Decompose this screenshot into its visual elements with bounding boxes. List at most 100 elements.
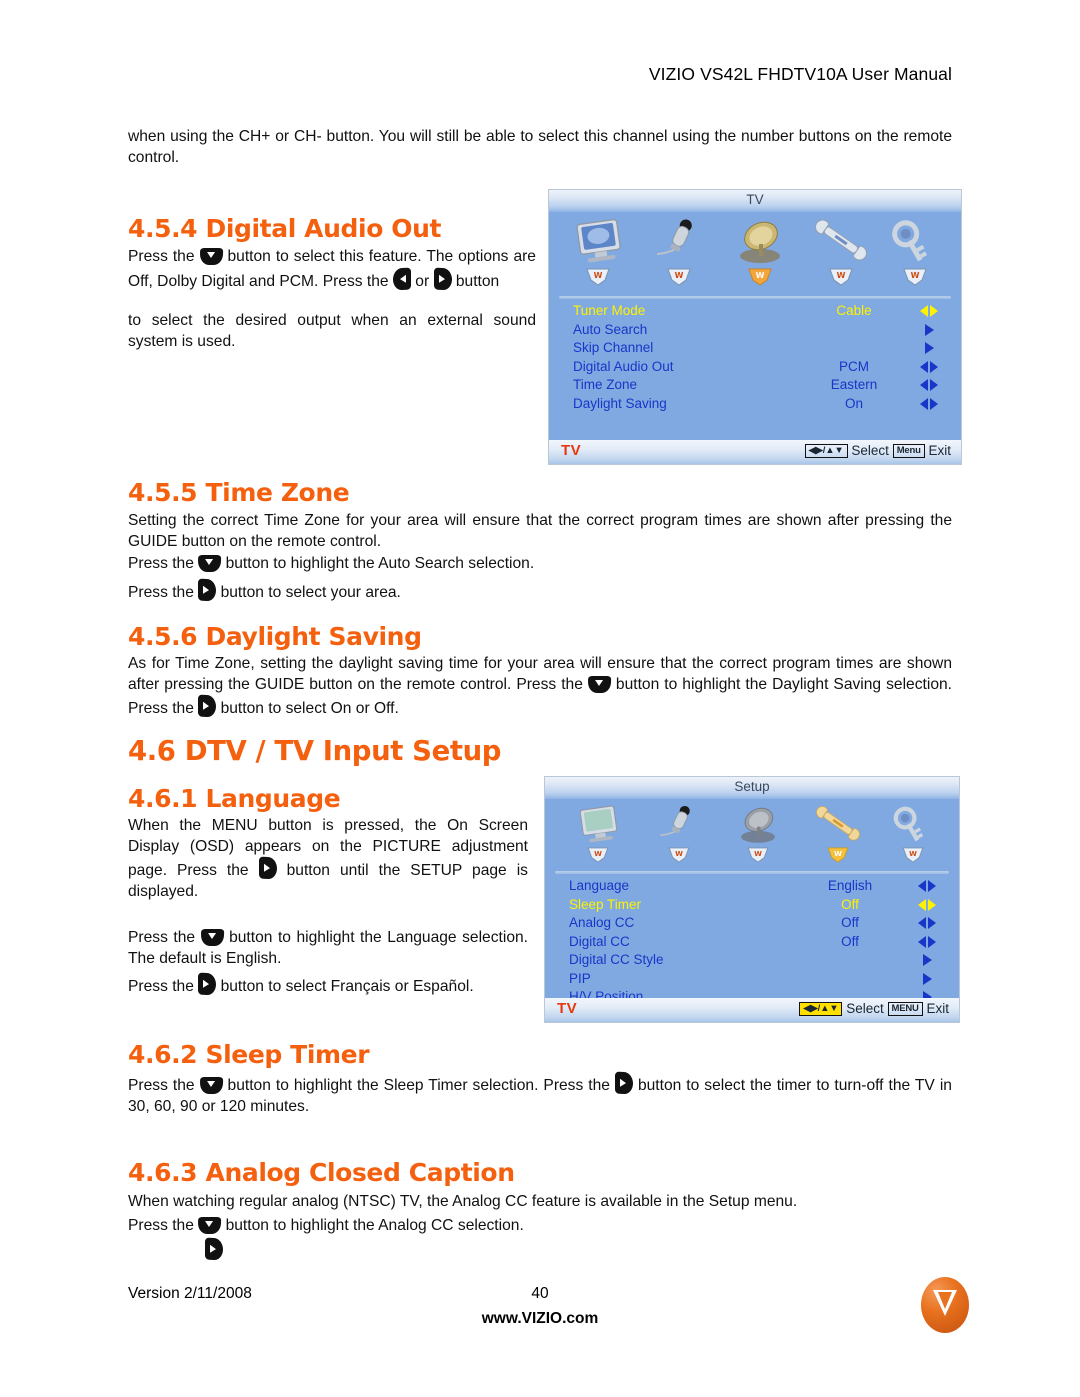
time-zone-paragraph: Setting the correct Time Zone for your a…	[128, 512, 952, 550]
text-run: button to highlight the Analog CC select…	[225, 1217, 524, 1234]
osd-menu-row[interactable]: Tuner Mode Cable	[549, 303, 961, 322]
text-run: button to select your area.	[220, 584, 401, 601]
tab-marker: W	[745, 847, 771, 865]
remote-down-button-icon[interactable]	[200, 929, 224, 946]
heading-number: 4.5.5	[128, 478, 198, 507]
osd-hint: ◀▶/▲▼ Select MENU Exit	[799, 1001, 949, 1016]
osd-tab-setup[interactable]: W	[806, 216, 876, 286]
osd-row-value: Off	[841, 896, 859, 912]
chevron-right-icon	[919, 341, 939, 358]
osd-tv-footer: TV ◀▶/▲▼ Select Menu Exit	[549, 440, 961, 464]
remote-down-button-icon[interactable]	[199, 248, 223, 265]
text-run: button	[455, 272, 500, 290]
osd-tab-parental[interactable]: W	[878, 803, 948, 865]
osd-menu-row[interactable]: Digital CC Style	[545, 952, 959, 971]
osd-menu-row[interactable]: Skip Channel	[549, 340, 961, 359]
svg-text:W: W	[834, 849, 842, 858]
language-paragraph-2: Press the button to highlight the Langua…	[128, 928, 528, 969]
osd-tab-setup[interactable]: W	[803, 803, 873, 865]
osd-menu-row[interactable]: Digital Audio Out PCM	[549, 359, 961, 378]
osd-menu-row[interactable]: Digital CC Off	[545, 934, 959, 953]
heading-number: 4.5.6	[128, 622, 198, 651]
remote-down-button-icon[interactable]	[198, 555, 222, 572]
satellite-dish-icon	[723, 803, 793, 847]
svg-text:W: W	[911, 271, 920, 280]
osd-row-value: On	[844, 395, 863, 411]
text-run: Press the	[128, 248, 195, 265]
tab-marker: W	[902, 268, 928, 286]
heading-sleep-timer: 4.6.2 Sleep Timer	[128, 1040, 370, 1069]
osd-menu-row[interactable]: Time Zone Eastern	[549, 377, 961, 396]
remote-right-button-icon[interactable]	[205, 1237, 223, 1261]
heading-title: Analog Closed Caption	[205, 1158, 515, 1187]
osd-row-value: Off	[841, 915, 859, 930]
left-right-arrows-icon	[919, 378, 939, 395]
osd-setup-footer: TV ◀▶/▲▼ Select MENU Exit	[545, 998, 959, 1022]
text-run: Press the	[128, 1217, 194, 1234]
osd-menu-row[interactable]: Analog CC Off	[545, 915, 959, 934]
osd-tab-tuner[interactable]: W	[725, 216, 795, 286]
osd-row-label: Digital CC Style	[569, 952, 664, 967]
monitor-icon	[563, 216, 633, 268]
time-zone-line-2: Press the button to highlight the Auto S…	[128, 554, 952, 575]
remote-down-button-icon[interactable]	[199, 1077, 223, 1094]
remote-right-button-icon[interactable]	[198, 578, 217, 602]
heading-title: Sleep Timer	[205, 1040, 370, 1069]
osd-menu-row[interactable]: Auto Search	[549, 322, 961, 341]
osd-row-label: Sleep Timer	[569, 896, 642, 912]
monitor-icon	[563, 803, 633, 847]
remote-right-button-icon[interactable]	[433, 267, 452, 290]
osd-title: Setup	[734, 779, 770, 794]
language-paragraph-3: Press the button to select Français or E…	[128, 972, 538, 998]
remote-down-button-icon[interactable]	[198, 1217, 222, 1234]
navigation-key-icon: ◀▶/▲▼	[804, 444, 848, 458]
osd-row-value: Off	[841, 933, 859, 949]
osd-tab-picture[interactable]: W	[563, 216, 633, 286]
osd-row-value: PCM	[839, 358, 869, 374]
remote-right-button-icon[interactable]	[198, 972, 217, 996]
osd-title: TV	[746, 192, 764, 207]
chevron-right-icon	[917, 972, 937, 989]
document-header: VIZIO VS42L FHDTV10A User Manual	[648, 64, 952, 84]
key-icon	[880, 216, 950, 268]
heading-daylight-saving: 4.5.6 Daylight Saving	[128, 622, 422, 651]
remote-right-button-icon[interactable]	[614, 1071, 633, 1095]
osd-tab-picture[interactable]: W	[563, 803, 633, 865]
svg-text:W: W	[594, 271, 603, 280]
osd-menu-row[interactable]: Daylight Saving On	[549, 396, 961, 415]
osd-tab-parental[interactable]: W	[880, 216, 950, 286]
analog-cc-line-2: Press the button to highlight the Analog…	[128, 1216, 952, 1237]
text-run: Press the	[128, 1077, 195, 1094]
osd-tab-strip: W W W W W	[549, 212, 961, 296]
orphan-remote-right-button[interactable]	[205, 1237, 223, 1261]
remote-left-button-icon[interactable]	[392, 267, 411, 290]
osd-menu-row[interactable]: PIP	[545, 971, 959, 990]
osd-title-bar: Setup	[545, 777, 959, 799]
tab-marker: W	[585, 268, 611, 286]
text-run: Press the	[128, 978, 194, 995]
remote-right-button-icon[interactable]	[198, 694, 217, 718]
left-right-arrows-icon	[919, 304, 939, 321]
select-label: Select	[851, 443, 889, 458]
osd-title-bar: TV	[549, 190, 961, 212]
osd-row-label: Digital Audio Out	[573, 358, 674, 374]
heading-title: Daylight Saving	[205, 622, 422, 651]
exit-label: Exit	[928, 443, 951, 458]
osd-tab-tuner[interactable]: W	[723, 803, 793, 865]
daylight-saving-paragraph: As for Time Zone, setting the daylight s…	[128, 654, 952, 720]
remote-down-button-icon[interactable]	[587, 675, 612, 693]
osd-source-label: TV	[557, 1000, 578, 1017]
osd-menu-row[interactable]: Sleep Timer Off	[545, 897, 959, 916]
heading-number: 4.5.4	[128, 214, 198, 243]
tab-marker: W	[828, 268, 854, 286]
osd-tab-audio[interactable]: W	[644, 803, 714, 865]
svg-text:W: W	[675, 271, 684, 280]
remote-right-button-icon[interactable]	[258, 856, 277, 880]
osd-tab-audio[interactable]: W	[644, 216, 714, 286]
tab-marker: W	[900, 847, 926, 865]
osd-row-label: Skip Channel	[573, 340, 654, 355]
text-run: Press the	[128, 929, 196, 946]
logo-v-inner	[937, 1292, 952, 1309]
osd-menu-row[interactable]: Language English	[545, 878, 959, 897]
language-paragraph-1: When the MENU button is pressed, the On …	[128, 816, 528, 902]
